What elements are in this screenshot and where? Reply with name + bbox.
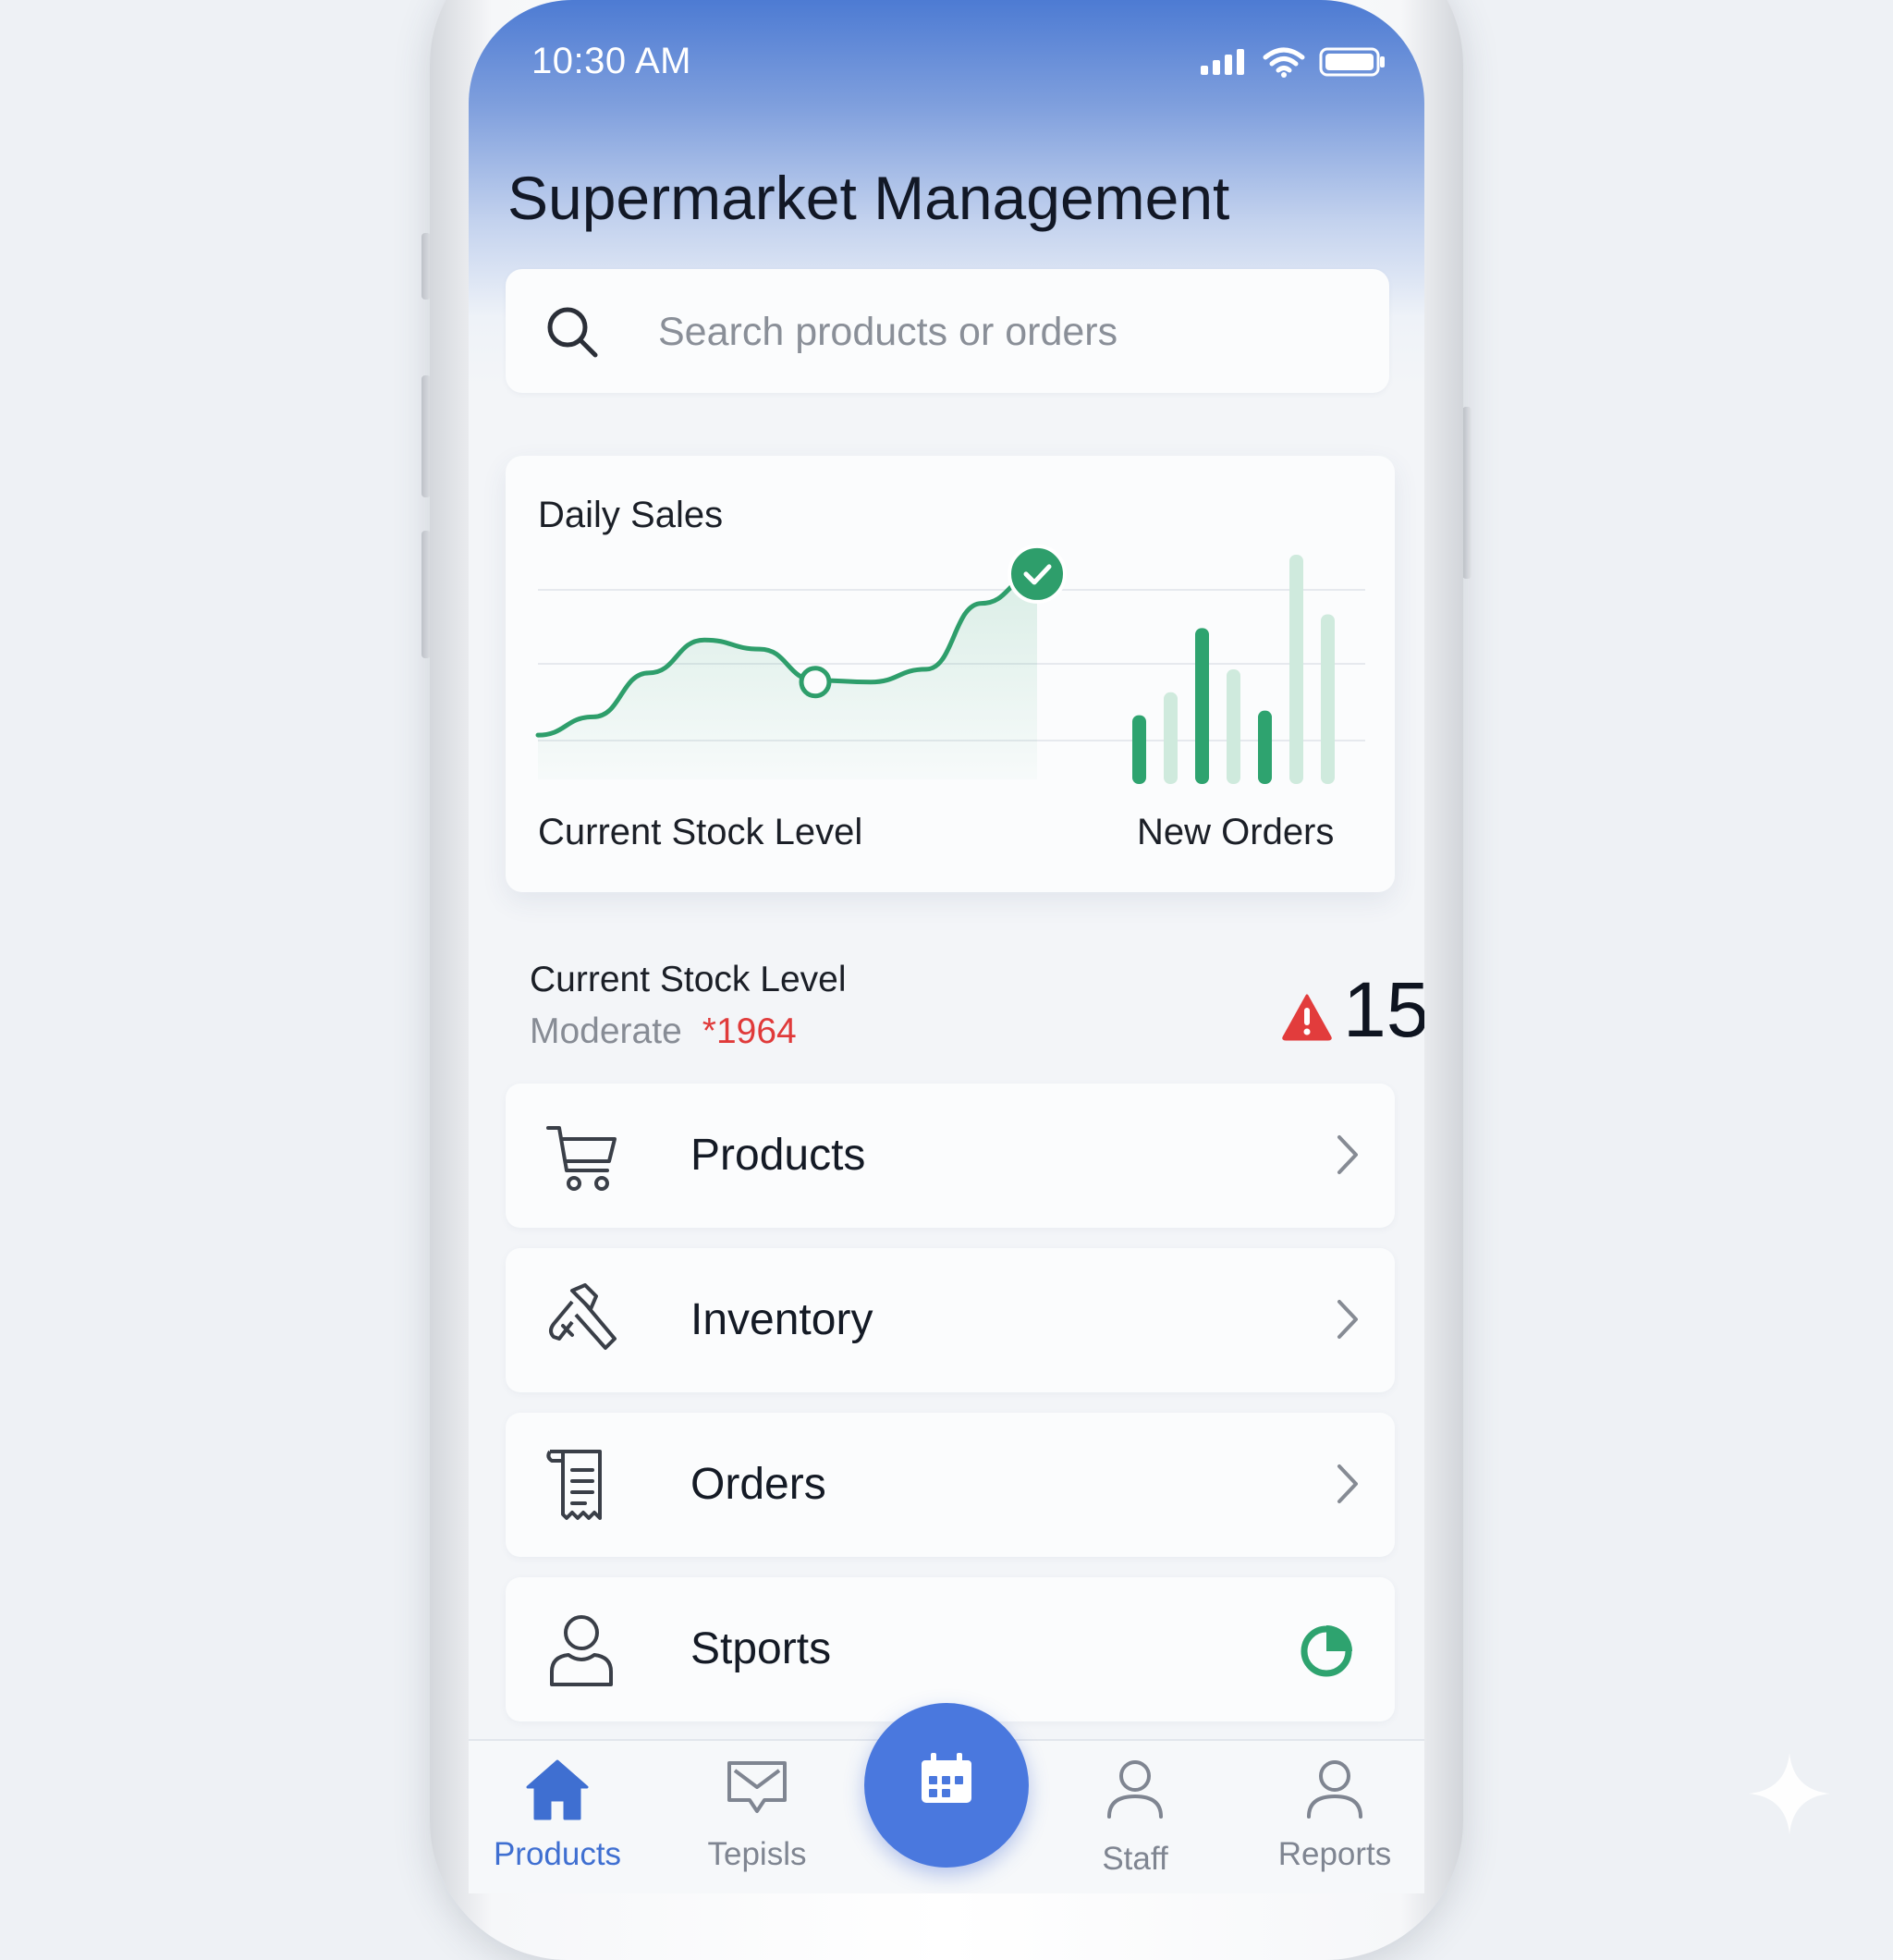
reports-icon (1307, 1760, 1362, 1819)
menu-label-inventory: Inventory (690, 1295, 873, 1344)
status-time: 10:30 AM (531, 41, 692, 81)
phone-screen: 10:30 AM Supermarket Management Search p… (469, 0, 1424, 1893)
stock-level-chart-label: Current Stock Level (538, 812, 863, 852)
page-title: Supermarket Management (507, 164, 1230, 232)
person-icon (550, 1615, 613, 1686)
check-marker (1008, 544, 1067, 604)
tab-label-tepisls: Tepisls (707, 1836, 807, 1872)
tab-products[interactable]: Products (474, 1741, 641, 1893)
pie-chart-icon (1301, 1625, 1352, 1677)
home-icon (526, 1759, 589, 1820)
status-bar: 10:30 AM (531, 41, 1387, 89)
cart-icon (546, 1126, 617, 1191)
tab-staff[interactable]: Staff (1052, 1741, 1218, 1893)
order-bar-3 (1227, 669, 1240, 784)
order-bar-6 (1321, 614, 1335, 784)
tab-reports[interactable]: Reports (1252, 1741, 1418, 1893)
tab-tepisls[interactable]: Tepisls (674, 1741, 840, 1893)
sales-area (538, 573, 1037, 779)
tab-label-products: Products (493, 1836, 622, 1872)
chevron-right-icon (1337, 1135, 1358, 1174)
calendar-icon (922, 1753, 971, 1803)
search-input[interactable]: Search products or orders (658, 310, 1117, 355)
tab-label-reports: Reports (1277, 1836, 1392, 1872)
phone-power-button (1462, 407, 1472, 579)
sales-point-marker (799, 666, 832, 699)
alert-count: 15 (1343, 966, 1424, 1053)
warning-icon (1282, 994, 1332, 1041)
menu-item-stports[interactable]: Stports (506, 1577, 1395, 1721)
menu-label-stports: Stports (690, 1624, 832, 1673)
order-bar-1 (1164, 692, 1178, 784)
signal-icon (1201, 49, 1244, 75)
menu-label-orders: Orders (690, 1460, 826, 1509)
menu-item-orders[interactable]: Orders (506, 1413, 1395, 1557)
order-bar-4 (1258, 710, 1272, 784)
message-icon (727, 1761, 787, 1813)
order-bar-5 (1289, 555, 1303, 784)
sparkle-icon (1749, 1753, 1830, 1834)
wifi-icon (1263, 47, 1305, 78)
order-bar-0 (1132, 715, 1146, 784)
order-bar-2 (1195, 628, 1209, 784)
stock-status: Moderate *1964 (530, 1011, 797, 1052)
status-icons (1199, 46, 1387, 78)
staff-icon (1107, 1760, 1163, 1819)
tools-icon (549, 1283, 617, 1350)
stock-title: Current Stock Level (530, 960, 847, 999)
menu-item-inventory[interactable]: Inventory (506, 1248, 1395, 1392)
receipt-icon (546, 1450, 602, 1520)
battery-icon (1319, 47, 1385, 77)
menu-label-products: Products (690, 1131, 866, 1180)
stock-code: *1964 (702, 1011, 797, 1051)
new-orders-chart-label: New Orders (1137, 812, 1335, 852)
calendar-fab-button[interactable] (864, 1703, 1029, 1868)
daily-sales-card: Daily Sales Current Stock Level New Orde… (506, 456, 1395, 892)
search-icon (547, 307, 598, 358)
tab-label-staff: Staff (1102, 1841, 1168, 1877)
stock-status-text: Moderate (530, 1011, 682, 1051)
menu-item-products[interactable]: Products (506, 1084, 1395, 1228)
chevron-right-icon (1337, 1300, 1358, 1339)
search-bar[interactable]: Search products or orders (506, 269, 1389, 393)
stock-summary[interactable]: Current Stock Level Moderate *1964 15 (530, 960, 1424, 1061)
chevron-right-icon (1337, 1464, 1358, 1503)
